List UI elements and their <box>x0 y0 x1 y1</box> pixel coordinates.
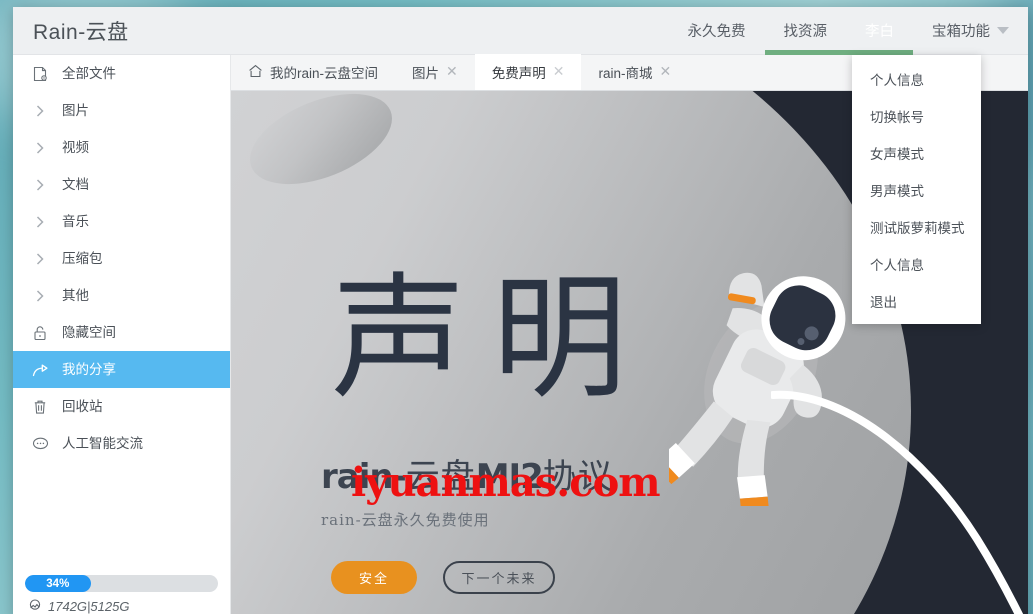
account-dropdown-menu: 个人信息 切换帐号 女声模式 男声模式 测试版萝莉模式 个人信息 退出 <box>852 55 981 324</box>
tab-label: 图片 <box>412 66 440 81</box>
app-window: Rain-云盘 永久免费 找资源 李白 宝箱功能 全部文件 图片 视频 文档 音… <box>13 7 1028 614</box>
menu-item-personal-info-2[interactable]: 个人信息 <box>852 245 981 282</box>
sidebar-item-label: 压缩包 <box>62 250 103 266</box>
sidebar-item-my-shares[interactable]: 我的分享 <box>13 351 230 388</box>
nav-label: 永久免费 <box>687 24 746 40</box>
menu-item-female-voice-mode[interactable]: 女声模式 <box>852 134 981 171</box>
sidebar-item-documents[interactable]: 文档 <box>13 166 230 203</box>
menu-item-personal-info[interactable]: 个人信息 <box>852 60 981 97</box>
close-icon[interactable]: ✕ <box>446 64 458 78</box>
sidebar-item-hidden-space[interactable]: 隐藏空间 <box>13 314 230 351</box>
sidebar-item-label: 回收站 <box>62 398 103 414</box>
chevron-down-icon <box>997 27 1009 34</box>
nav-item-treasure[interactable]: 宝箱功能 <box>913 7 1028 55</box>
sidebar-item-label: 人工智能交流 <box>62 435 143 451</box>
storage-progress-fill: 34% <box>25 575 91 592</box>
next-future-button[interactable]: 下一个未来 <box>443 561 555 594</box>
storage-progress-bar[interactable]: 34% <box>25 575 218 592</box>
share-icon <box>29 362 51 378</box>
tab-free-statement[interactable]: 免费声明 ✕ <box>474 54 582 90</box>
nav-label: 李白 <box>865 24 894 40</box>
sidebar-item-recycle-bin[interactable]: 回收站 <box>13 388 230 425</box>
lock-icon <box>29 325 51 341</box>
storage-usage-row: 1742G|5125G <box>25 598 218 614</box>
sidebar: 全部文件 图片 视频 文档 音乐 压缩包 其他 隐藏空间 我的分享 回收站 人工… <box>13 55 231 614</box>
storage-widget: 34% 1742G|5125G <box>13 575 230 614</box>
trash-icon <box>29 399 51 415</box>
sidebar-item-archives[interactable]: 压缩包 <box>13 240 230 277</box>
tab-images[interactable]: 图片 ✕ <box>395 54 475 90</box>
sidebar-item-label: 视频 <box>62 139 89 155</box>
nav-label: 找资源 <box>783 24 828 40</box>
storage-percent-label: 34% <box>46 577 70 590</box>
sidebar-item-all-files[interactable]: 全部文件 <box>13 55 230 92</box>
tab-label: 免费声明 <box>491 66 546 81</box>
statement-big-characters: 声明 <box>331 260 653 417</box>
sidebar-item-label: 音乐 <box>62 213 89 229</box>
close-icon[interactable]: ✕ <box>660 64 672 78</box>
sidebar-item-label: 隐藏空间 <box>62 324 116 340</box>
tab-label: 我的rain-云盘空间 <box>270 66 379 81</box>
nav-item-find-resource[interactable]: 找资源 <box>764 7 847 55</box>
menu-item-beta-loli-mode[interactable]: 测试版萝莉模式 <box>852 208 981 245</box>
app-header: Rain-云盘 永久免费 找资源 李白 宝箱功能 <box>13 7 1028 55</box>
statement-button-row: 安全 下一个未来 <box>331 561 555 594</box>
statement-subline: rain-云盘永久免费使用 <box>321 511 490 529</box>
nav-item-libai[interactable]: 李白 <box>846 7 913 55</box>
nav-item-free[interactable]: 永久免费 <box>669 7 765 55</box>
close-icon[interactable]: ✕ <box>553 64 565 78</box>
menu-item-male-voice-mode[interactable]: 男声模式 <box>852 171 981 208</box>
sidebar-item-others[interactable]: 其他 <box>13 277 230 314</box>
app-title: Rain-云盘 <box>33 20 129 44</box>
tab-label: rain-商城 <box>598 66 653 81</box>
nav-label: 宝箱功能 <box>932 24 990 40</box>
chevron-right-icon <box>29 104 51 118</box>
chevron-right-icon <box>29 252 51 266</box>
sidebar-item-label: 我的分享 <box>62 361 116 377</box>
sidebar-item-label: 全部文件 <box>62 65 116 81</box>
sidebar-item-videos[interactable]: 视频 <box>13 129 230 166</box>
sidebar-item-label: 其他 <box>62 287 89 303</box>
safety-button[interactable]: 安全 <box>331 561 417 594</box>
tab-my-cloud-space[interactable]: 我的rain-云盘空间 <box>231 54 395 90</box>
tab-rain-mall[interactable]: rain-商城 ✕ <box>581 54 688 90</box>
sidebar-item-ai-chat[interactable]: 人工智能交流 <box>13 425 230 462</box>
cloud-storage-icon <box>28 598 42 614</box>
header-nav: 永久免费 找资源 李白 宝箱功能 <box>669 7 1029 55</box>
sidebar-item-label: 文档 <box>62 176 89 192</box>
chat-bubble-icon <box>29 437 51 451</box>
menu-item-logout[interactable]: 退出 <box>852 282 981 319</box>
chevron-right-icon <box>29 215 51 229</box>
sidebar-item-music[interactable]: 音乐 <box>13 203 230 240</box>
site-watermark: iyuanmas.com <box>351 459 661 506</box>
storage-usage-text: 1742G|5125G <box>48 599 130 614</box>
menu-item-switch-account[interactable]: 切换帐号 <box>852 97 981 134</box>
chevron-right-icon <box>29 178 51 192</box>
home-icon <box>248 64 263 81</box>
sidebar-item-label: 图片 <box>62 102 89 118</box>
file-list-icon <box>29 66 51 82</box>
chevron-right-icon <box>29 289 51 303</box>
chevron-right-icon <box>29 141 51 155</box>
sidebar-item-images[interactable]: 图片 <box>13 92 230 129</box>
astronaut-illustration <box>669 272 846 506</box>
